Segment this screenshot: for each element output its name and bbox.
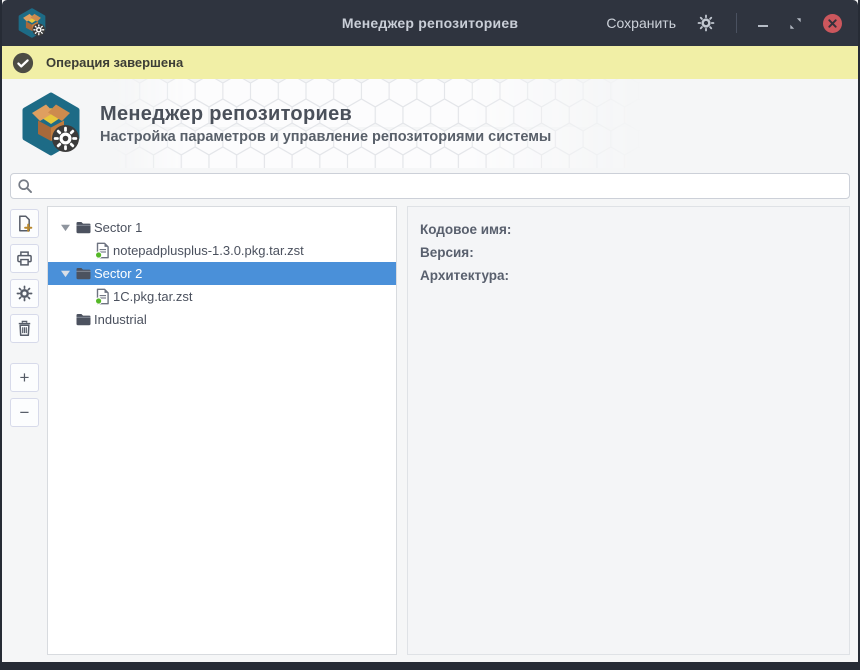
repo-tree[interactable]: Sector 1 notepadplusplus-1.3.0.pkg.tar.z… xyxy=(47,206,397,655)
success-check-icon xyxy=(12,52,34,74)
app-logo-icon-large xyxy=(19,92,83,156)
remove-item-button[interactable]: − xyxy=(10,398,39,427)
app-logo-icon xyxy=(17,8,47,38)
folder-icon xyxy=(75,312,92,327)
notification-message: Операция завершена xyxy=(46,55,183,70)
titlebar-gear-button[interactable] xyxy=(697,14,715,32)
tree-row[interactable]: Sector 2 xyxy=(48,262,396,285)
notification-bar: Операция завершена xyxy=(2,46,858,79)
search-icon xyxy=(17,178,34,195)
tree-item-label: Sector 2 xyxy=(94,266,142,281)
file-plus-icon xyxy=(16,215,33,232)
file-icon xyxy=(94,242,111,259)
search-input[interactable] xyxy=(10,173,850,199)
tree-item-label: notepadplusplus-1.3.0.pkg.tar.zst xyxy=(113,243,304,258)
folder-icon xyxy=(75,220,92,235)
trash-icon xyxy=(16,320,33,337)
close-icon xyxy=(828,19,837,28)
titlebar: Менеджер репозиториев Сохранить xyxy=(2,0,858,46)
expander-icon[interactable] xyxy=(58,269,72,278)
detail-field-architecture: Архитектура: xyxy=(420,264,837,287)
gear-icon xyxy=(697,14,715,32)
tree-row[interactable]: 1C.pkg.tar.zst xyxy=(48,285,396,308)
save-button[interactable]: Сохранить xyxy=(606,15,676,31)
add-item-button[interactable]: + xyxy=(10,363,39,392)
titlebar-separator xyxy=(736,13,737,33)
print-button[interactable] xyxy=(10,244,39,273)
restore-icon xyxy=(789,17,802,30)
main-area: + − Sector 1 notepadplusplus-1.3.0.pkg.t… xyxy=(2,206,850,655)
tree-item-label: Industrial xyxy=(94,312,147,327)
file-icon xyxy=(94,288,111,305)
tree-row[interactable]: Industrial xyxy=(48,308,396,331)
tree-row[interactable]: Sector 1 xyxy=(48,216,396,239)
settings-button[interactable] xyxy=(10,279,39,308)
add-file-button[interactable] xyxy=(10,209,39,238)
delete-button[interactable] xyxy=(10,314,39,343)
tree-item-label: Sector 1 xyxy=(94,220,142,235)
minimize-button[interactable] xyxy=(758,19,768,27)
minimize-icon xyxy=(758,25,768,27)
expander-icon[interactable] xyxy=(58,223,72,232)
page-subtitle: Настройка параметров и управление репози… xyxy=(100,129,551,145)
close-button[interactable] xyxy=(823,14,842,33)
restore-button[interactable] xyxy=(789,17,802,30)
app-window: Менеджер репозиториев Сохранить xyxy=(2,0,858,662)
side-toolbar: + − xyxy=(2,206,47,655)
header-banner: Менеджер репозиториев Настройка параметр… xyxy=(2,79,858,168)
tree-item-label: 1C.pkg.tar.zst xyxy=(113,289,192,304)
gear-icon xyxy=(16,285,33,302)
printer-icon xyxy=(16,250,33,267)
details-panel: Кодовое имя: Версия: Архитектура: xyxy=(407,206,850,655)
page-title: Менеджер репозиториев xyxy=(100,103,551,126)
detail-field-version: Версия: xyxy=(420,241,837,264)
folder-icon xyxy=(75,266,92,281)
tree-row[interactable]: notepadplusplus-1.3.0.pkg.tar.zst xyxy=(48,239,396,262)
detail-field-codename: Кодовое имя: xyxy=(420,218,837,241)
